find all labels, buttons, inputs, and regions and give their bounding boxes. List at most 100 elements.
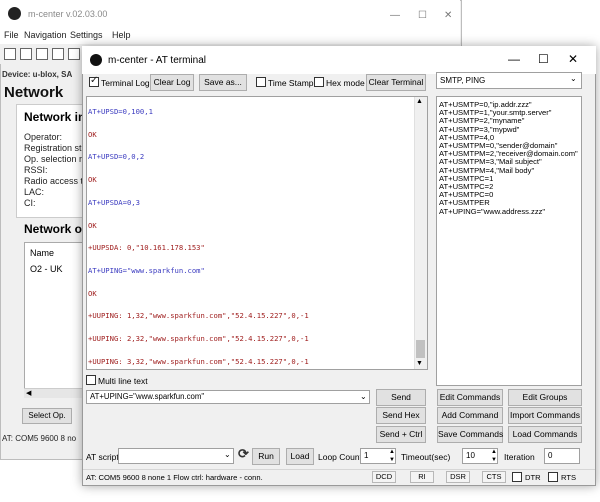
main-window-title: m-center v.02.03.00 [28, 9, 108, 19]
rts-label: RTS [561, 473, 577, 482]
main-status-bar: AT: COM5 9600 8 no [2, 434, 77, 443]
load-button[interactable]: Load [286, 448, 314, 465]
terminal-line: AT+UPING="www.sparkfun.com" [88, 265, 205, 275]
terminal-line: OK [88, 288, 97, 298]
terminal-log-checkbox[interactable] [89, 75, 99, 87]
hex-mode-label: Hex mode [326, 78, 365, 88]
terminal-line: OK [88, 175, 97, 185]
menu-bar [0, 28, 460, 44]
save-commands-button[interactable]: Save Commands [437, 426, 503, 443]
network-info-title: Network int [24, 110, 90, 124]
settings-icon[interactable] [20, 48, 32, 60]
time-stamp-checkbox[interactable] [256, 77, 266, 87]
chevron-down-icon[interactable]: ⌄ [224, 450, 231, 459]
edit-commands-button[interactable]: Edit Commands [437, 389, 503, 406]
field-radio-access: Radio access t [24, 176, 84, 186]
command-input[interactable]: AT+UPING="www.sparkfun.com" [86, 390, 370, 404]
terminal-line: AT+UPSD=0,0,2 [88, 152, 145, 162]
field-ci: CI: [24, 198, 36, 208]
app-icon [90, 54, 102, 66]
open-icon[interactable] [4, 48, 16, 60]
terminal-line: AT+UPSDA=0,3 [88, 197, 140, 207]
led-dcd: DCD [372, 471, 396, 483]
timeout-label: Timeout(sec) [401, 452, 451, 462]
save-icon[interactable] [36, 48, 48, 60]
dtr-checkbox[interactable] [512, 472, 522, 482]
led-ri: RI [410, 471, 434, 483]
network-header: Network [4, 84, 64, 101]
field-operator: Operator: [24, 132, 63, 142]
loop-count-label: Loop Count [318, 452, 362, 462]
send-hex-button[interactable]: Send Hex [376, 407, 426, 424]
menu-navigation[interactable]: Navigation [24, 30, 67, 40]
stepper-icon[interactable]: ▲ ▼ [389, 448, 395, 464]
close-icon[interactable]: ✕ [444, 10, 452, 21]
maximize-icon[interactable]: ☐ [538, 52, 549, 66]
minimize-icon[interactable]: — [390, 10, 400, 21]
stepper-icon[interactable]: ▲ ▼ [491, 448, 497, 464]
menu-help[interactable]: Help [112, 30, 131, 40]
multi-line-label: Multi line text [98, 376, 148, 386]
device-label: Device: u-blox, SA [2, 70, 73, 79]
at-script-label: AT script [86, 452, 119, 462]
terminal-line: +UUPING: 2,32,"www.sparkfun.com","52.4.1… [88, 334, 309, 343]
clear-terminal-button[interactable]: Clear Terminal [366, 74, 426, 91]
operators-list-header[interactable]: Name [30, 248, 54, 258]
terminal-log-label: Terminal Log [101, 78, 150, 88]
terminal-output[interactable] [86, 96, 428, 370]
app-icon [8, 7, 21, 20]
horizontal-scrollbar[interactable] [24, 388, 88, 398]
connection-status: AT: COM5 9600 8 none 1 Flow ctrl: hardwa… [86, 473, 263, 482]
dtr-label: DTR [525, 473, 541, 482]
load-commands-button[interactable]: Load Commands [508, 426, 582, 443]
led-dsr: DSR [446, 471, 470, 483]
send-ctrl-button[interactable]: Send + Ctrl [376, 426, 426, 443]
run-button[interactable]: Run [252, 448, 280, 465]
scroll-down-icon[interactable]: ▼ [416, 360, 423, 367]
list-item[interactable]: O2 - UK [30, 264, 63, 274]
command-group-select[interactable]: SMTP, PING [436, 72, 582, 89]
close-icon[interactable]: ✕ [568, 52, 578, 66]
scrollbar-thumb[interactable] [416, 340, 425, 358]
led-cts: CTS [482, 471, 506, 483]
refresh-icon[interactable]: ⟳ [238, 446, 249, 462]
multi-line-checkbox[interactable] [86, 375, 96, 385]
maximize-icon[interactable]: ☐ [418, 10, 427, 21]
terminal-line: +UUPSDA: 0,"10.161.178.153" [88, 243, 205, 253]
menu-file[interactable]: File [4, 30, 19, 40]
import-commands-button[interactable]: Import Commands [508, 407, 582, 424]
iteration-label: Iteration [504, 452, 535, 462]
menu-settings[interactable]: Settings [70, 30, 103, 40]
minimize-icon[interactable]: — [508, 52, 520, 66]
field-rssi: RSSI: [24, 165, 48, 175]
scroll-left-icon[interactable]: ◀ [26, 389, 31, 397]
chevron-down-icon[interactable]: ⌄ [360, 392, 367, 401]
vertical-scrollbar[interactable] [414, 97, 427, 369]
terminal-line: +UUPING: 1,32,"www.sparkfun.com","52.4.1… [88, 311, 309, 321]
edit-groups-button[interactable]: Edit Groups [508, 389, 582, 406]
clear-log-button[interactable]: Clear Log [150, 74, 194, 91]
field-lac: LAC: [24, 187, 45, 197]
at-terminal-title: m-center - AT terminal [108, 55, 206, 66]
iteration-input[interactable]: 0 [544, 448, 580, 464]
chevron-down-icon[interactable]: ⌄ [570, 74, 577, 83]
terminal-line: AT+UPSD=0,100,1 [88, 107, 153, 116]
at-script-select[interactable] [118, 448, 234, 464]
terminal-line: +UUPING: 3,32,"www.sparkfun.com","52.4.1… [88, 356, 309, 366]
send-button[interactable]: Send [376, 389, 426, 406]
select-op-button[interactable]: Select Op. [22, 408, 72, 424]
rts-checkbox[interactable] [548, 472, 558, 482]
terminal-line: OK [88, 220, 97, 230]
mail-icon[interactable] [52, 48, 64, 60]
terminal-line: OK [88, 129, 97, 139]
field-registration: Registration st [24, 143, 82, 153]
field-op-selection: Op. selection r [24, 154, 83, 164]
command-list-item[interactable]: AT+UPING="www.address.zzz" [439, 207, 545, 216]
scroll-up-icon[interactable]: ▲ [416, 98, 423, 105]
hex-mode-checkbox[interactable] [314, 77, 324, 87]
save-as-button[interactable]: Save as... [199, 74, 247, 91]
terminal-icon[interactable] [68, 48, 80, 60]
add-command-button[interactable]: Add Command [437, 407, 503, 424]
network-operators-title: Network op [24, 222, 90, 236]
time-stamp-label: Time Stamp [268, 78, 314, 88]
